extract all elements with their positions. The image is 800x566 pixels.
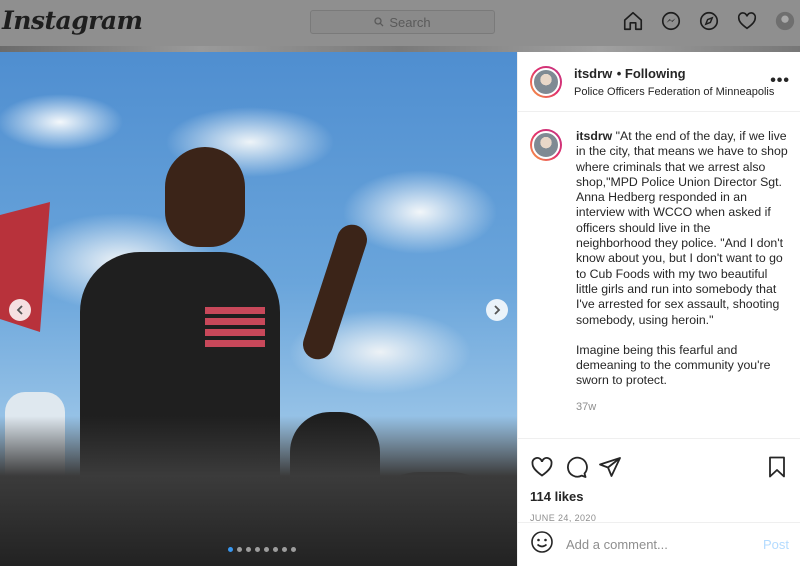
- profile-avatar[interactable]: [774, 10, 796, 32]
- bookmark-icon[interactable]: [765, 455, 789, 479]
- shirt-graphic: [205, 307, 265, 347]
- instagram-logo[interactable]: Instagram: [2, 6, 143, 35]
- caption-paragraph: itsdrw "At the end of the day, if we liv…: [576, 129, 788, 328]
- caption-username[interactable]: itsdrw: [576, 129, 612, 143]
- emoji-icon[interactable]: [530, 530, 554, 559]
- search-placeholder: Search: [389, 14, 431, 30]
- home-icon[interactable]: [622, 10, 644, 32]
- caption-timestamp: 37w: [576, 400, 597, 413]
- carousel-prev-button[interactable]: [9, 299, 31, 321]
- like-heart-icon[interactable]: [530, 455, 564, 479]
- carousel-indicator: [228, 547, 296, 552]
- caption: itsdrw "At the end of the day, if we liv…: [518, 113, 800, 438]
- speaker-head: [165, 147, 245, 247]
- crowd-shadow: [0, 416, 517, 566]
- follow-status-label: Following: [624, 66, 686, 81]
- carousel-dot: [291, 547, 296, 552]
- post-image[interactable]: [0, 52, 517, 566]
- more-options-button[interactable]: •••: [770, 72, 790, 90]
- top-nav: Instagram Search: [0, 0, 800, 46]
- messenger-icon[interactable]: [660, 10, 682, 32]
- comment-icon[interactable]: [564, 455, 598, 479]
- post-details-panel: itsdrw • Following Police Officers Feder…: [517, 52, 800, 566]
- activity-heart-icon[interactable]: [736, 10, 758, 32]
- share-icon[interactable]: [598, 455, 632, 479]
- chevron-left-icon: [16, 305, 23, 315]
- carousel-dot: [255, 547, 260, 552]
- speaker-raised-arm: [299, 220, 371, 364]
- caption-quote: "At the end of the day, if we live in th…: [576, 129, 788, 327]
- carousel-dot: [246, 547, 251, 552]
- carousel-dot: [228, 547, 233, 552]
- carousel-next-button[interactable]: [486, 299, 508, 321]
- caption-paragraph-2: Imagine being this fearful and demeaning…: [576, 342, 771, 388]
- carousel-dot: [264, 547, 269, 552]
- post-header: itsdrw • Following Police Officers Feder…: [518, 52, 800, 112]
- caption-author-avatar[interactable]: [530, 129, 562, 161]
- post-actions: 114 likes JUNE 24, 2020: [518, 438, 800, 523]
- post-location[interactable]: Police Officers Federation of Minneapoli…: [574, 86, 774, 98]
- carousel-dot: [282, 547, 287, 552]
- carousel-dot: [273, 547, 278, 552]
- explore-icon[interactable]: [698, 10, 720, 32]
- author-username[interactable]: itsdrw: [574, 66, 612, 81]
- likes-count[interactable]: 114 likes: [530, 489, 789, 504]
- chevron-right-icon: [494, 305, 501, 315]
- author-avatar[interactable]: [530, 65, 562, 98]
- comment-composer: Add a comment... Post: [518, 522, 800, 566]
- post-comment-button[interactable]: Post: [763, 537, 789, 552]
- carousel-dot: [237, 547, 242, 552]
- search-icon: [374, 17, 384, 27]
- follow-status[interactable]: • Following: [617, 66, 686, 81]
- search-input[interactable]: Search: [310, 10, 495, 34]
- comment-input[interactable]: Add a comment...: [566, 537, 668, 552]
